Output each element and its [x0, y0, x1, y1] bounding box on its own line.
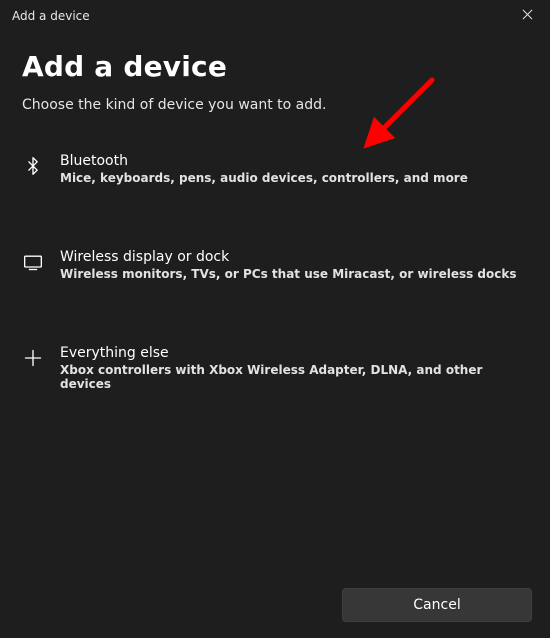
- dialog-footer: Cancel: [342, 588, 532, 622]
- option-everything-else[interactable]: Everything else Xbox controllers with Xb…: [22, 333, 528, 403]
- close-button[interactable]: [504, 0, 550, 32]
- cancel-button-label: Cancel: [413, 597, 460, 613]
- option-text: Wireless display or dock Wireless monito…: [60, 249, 528, 281]
- titlebar-title: Add a device: [12, 9, 90, 23]
- option-wireless-display[interactable]: Wireless display or dock Wireless monito…: [22, 237, 528, 293]
- option-bluetooth[interactable]: Bluetooth Mice, keyboards, pens, audio d…: [22, 141, 528, 197]
- titlebar: Add a device: [0, 0, 550, 32]
- option-title: Everything else: [60, 345, 528, 361]
- option-desc: Mice, keyboards, pens, audio devices, co…: [60, 171, 528, 185]
- monitor-icon: [22, 251, 44, 273]
- bluetooth-icon: [22, 155, 44, 177]
- option-desc: Wireless monitors, TVs, or PCs that use …: [60, 267, 528, 281]
- page-title: Add a device: [22, 50, 528, 83]
- dialog-content: Add a device Choose the kind of device y…: [0, 32, 550, 443]
- option-title: Bluetooth: [60, 153, 528, 169]
- option-text: Bluetooth Mice, keyboards, pens, audio d…: [60, 153, 528, 185]
- close-icon: [522, 9, 533, 23]
- plus-icon: [22, 347, 44, 369]
- option-text: Everything else Xbox controllers with Xb…: [60, 345, 528, 391]
- page-subtitle: Choose the kind of device you want to ad…: [22, 97, 528, 113]
- option-title: Wireless display or dock: [60, 249, 528, 265]
- option-desc: Xbox controllers with Xbox Wireless Adap…: [60, 363, 528, 391]
- cancel-button[interactable]: Cancel: [342, 588, 532, 622]
- device-option-list: Bluetooth Mice, keyboards, pens, audio d…: [22, 141, 528, 443]
